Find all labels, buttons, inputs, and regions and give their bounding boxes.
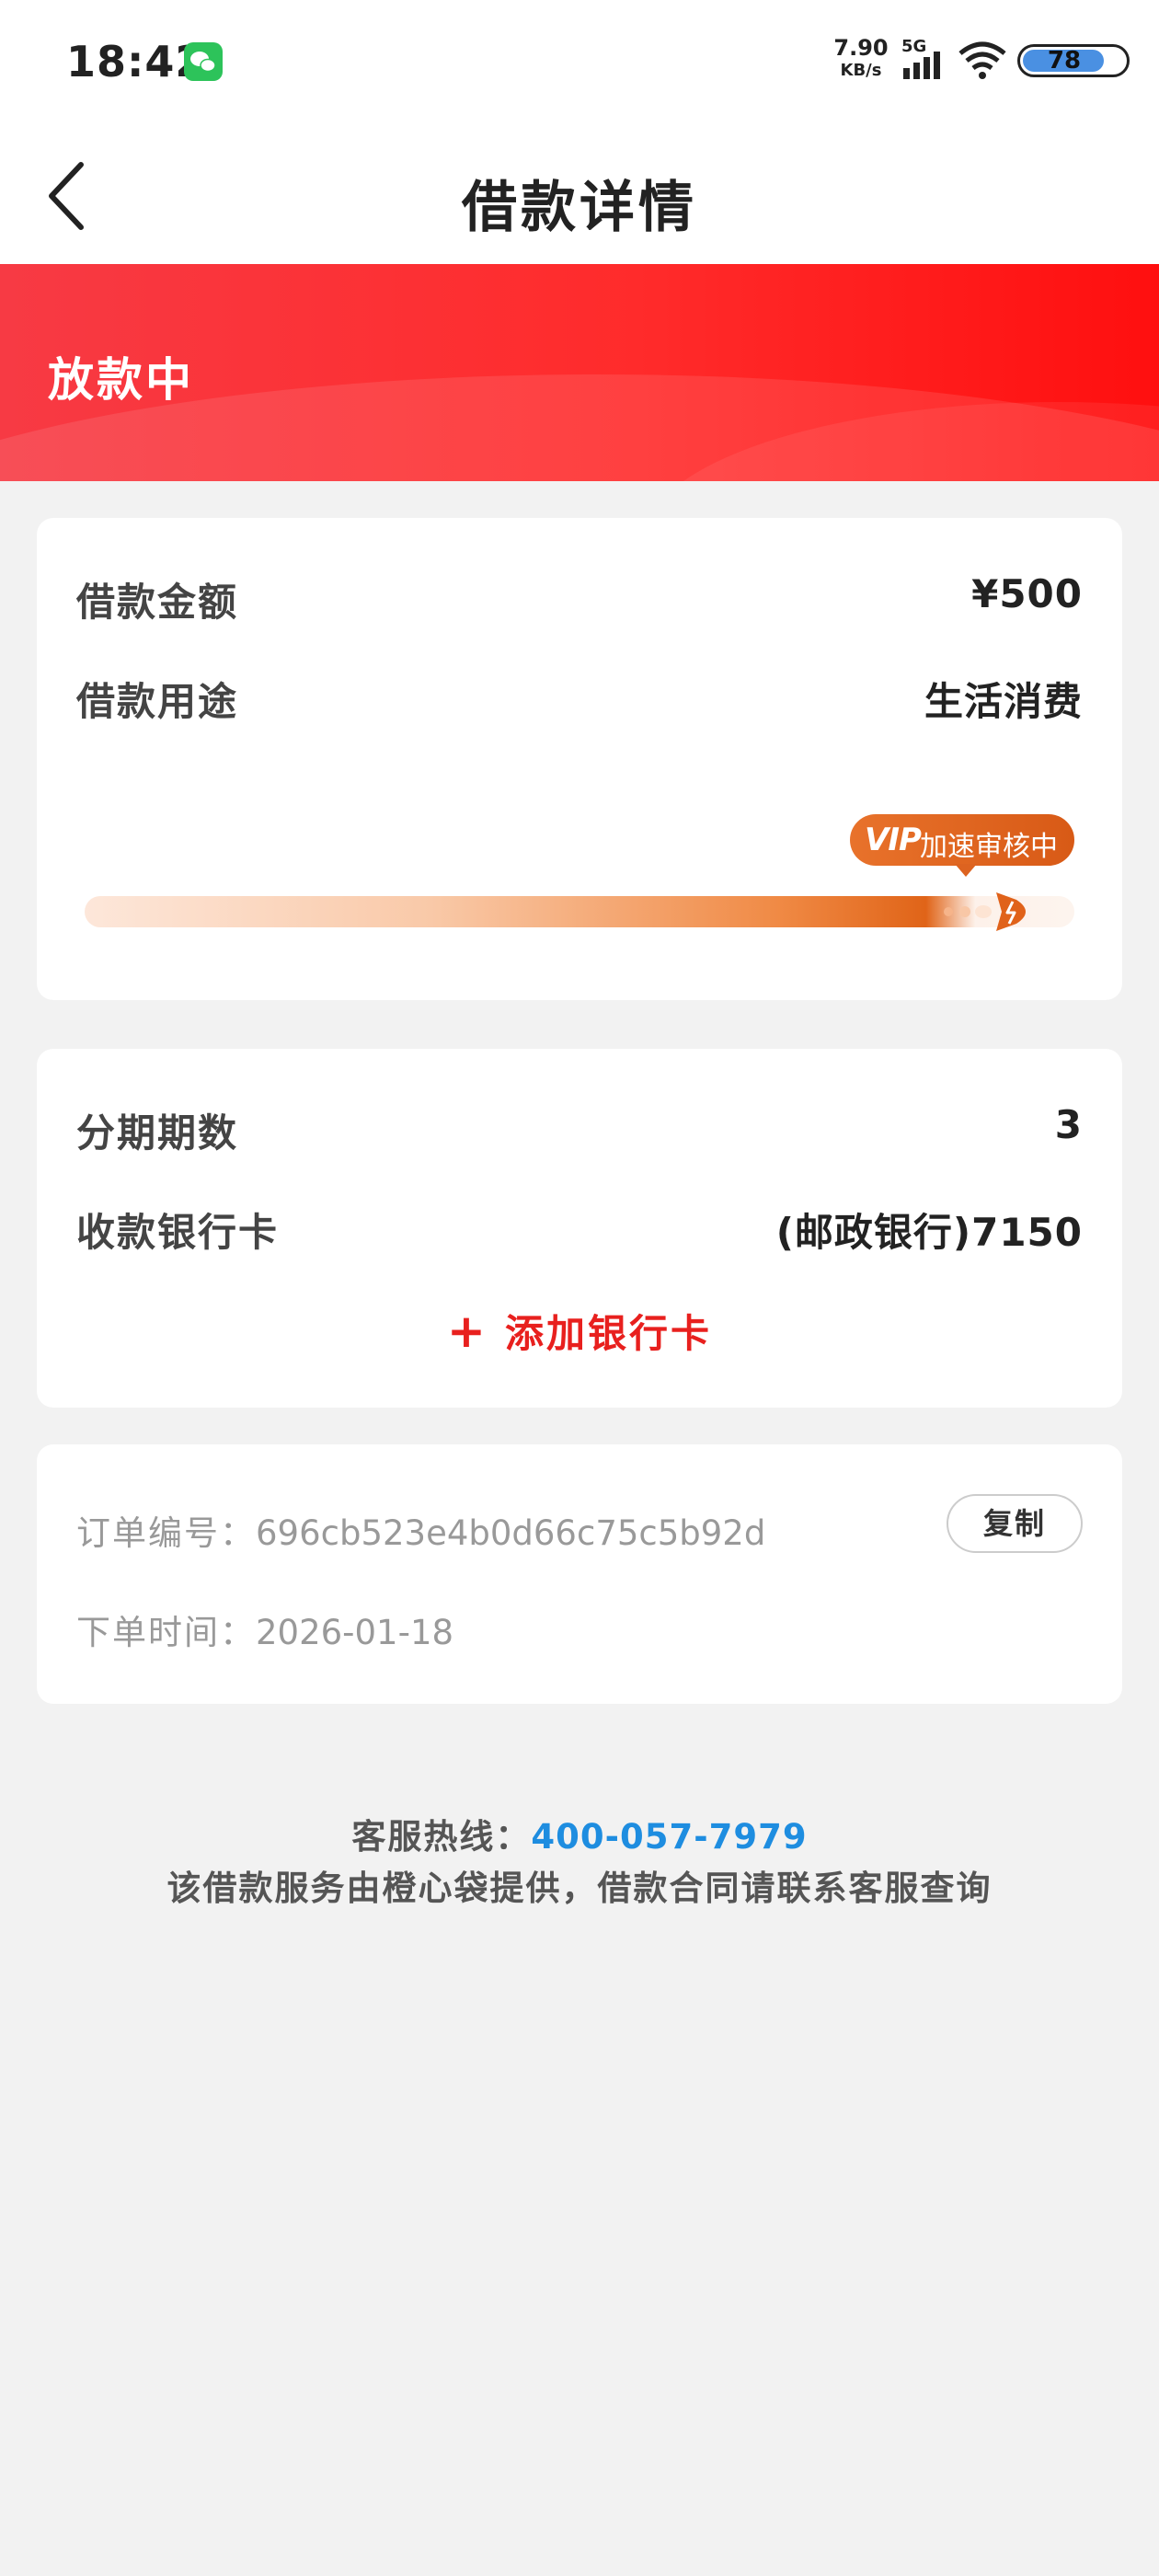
copy-button[interactable]: 复制 xyxy=(947,1494,1083,1553)
bank-card-label: 收款银行卡 xyxy=(76,1210,280,1255)
page-title: 借款详情 xyxy=(462,176,697,240)
add-bank-card-label: 添加银行卡 xyxy=(504,1311,712,1356)
review-progress-bar xyxy=(85,896,1074,927)
loan-purpose-value: 生活消费 xyxy=(924,679,1083,724)
network-type-label: 5G xyxy=(901,37,926,56)
rocket-icon xyxy=(943,887,1035,937)
add-bank-card-button[interactable]: + 添加银行卡 xyxy=(37,1303,1122,1359)
order-time-label: 下单时间： xyxy=(76,1613,256,1652)
signal-icon: 5G xyxy=(901,37,949,86)
network-speed-value: 7.90 xyxy=(833,35,889,61)
status-banner: 放款中 xyxy=(0,264,1159,481)
hotline-label: 客服热线： xyxy=(351,1817,532,1857)
loan-purpose-label: 借款用途 xyxy=(76,679,239,724)
vip-review-text: 加速审核中 xyxy=(920,831,1058,863)
vip-review-badge: VIP 加速审核中 xyxy=(850,814,1074,877)
order-number: 订单编号：696cb523e4b0d66c75c5b92d xyxy=(76,1505,765,1555)
order-number-value: 696cb523e4b0d66c75c5b92d xyxy=(256,1513,766,1553)
loan-status: 放款中 xyxy=(48,353,194,407)
bank-card-value: (邮政银行)7150 xyxy=(775,1210,1083,1255)
vip-label: VIP xyxy=(865,822,922,858)
nav-bar: 借款详情 xyxy=(0,124,1159,264)
status-bar: 18:42 7.90 KB/s 5G 78 xyxy=(0,0,1159,124)
hotline-number-link[interactable]: 400-057-7979 xyxy=(531,1817,807,1857)
order-time-value: 2026-01-18 xyxy=(256,1613,454,1652)
installment-periods-label: 分期期数 xyxy=(76,1110,239,1156)
loan-amount-label: 借款金额 xyxy=(76,580,239,625)
network-speed: 7.90 KB/s xyxy=(833,35,889,81)
battery-level: 78 xyxy=(1047,47,1082,75)
service-notice: 该借款服务由橙心袋提供，借款合同请联系客服查询 xyxy=(166,1869,993,1908)
loan-info-card: 借款金额 ¥500 借款用途 生活消费 VIP 加速审核中 xyxy=(37,518,1122,1000)
battery-icon: 78 xyxy=(1017,44,1130,77)
order-time: 下单时间：2026-01-18 xyxy=(76,1604,453,1654)
order-number-label: 订单编号： xyxy=(76,1513,256,1553)
wifi-icon xyxy=(957,40,1008,86)
loan-amount-value: ¥500 xyxy=(971,571,1083,616)
installment-card: 分期期数 3 收款银行卡 (邮政银行)7150 + 添加银行卡 xyxy=(37,1049,1122,1408)
installment-periods-value: 3 xyxy=(1054,1102,1083,1147)
wechat-notification-icon xyxy=(184,42,223,81)
plus-icon: + xyxy=(447,1305,488,1358)
order-info-card: 订单编号：696cb523e4b0d66c75c5b92d 复制 下单时间：20… xyxy=(37,1444,1122,1704)
customer-service-hotline: 客服热线：400-057-7979 xyxy=(0,1809,1159,1858)
network-speed-unit: KB/s xyxy=(840,61,882,80)
